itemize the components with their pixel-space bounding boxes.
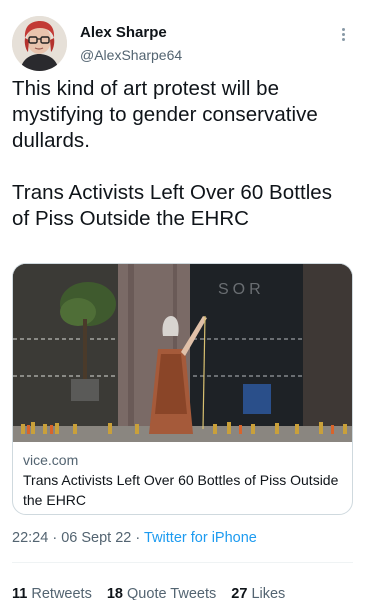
likes-count: 27 [231, 586, 248, 600]
author-handle[interactable]: @AlexSharpe64 [80, 47, 182, 63]
tweet-source-link[interactable]: Twitter for iPhone [144, 530, 257, 546]
quote-tweets-stat[interactable]: 18 Quote Tweets [107, 586, 216, 600]
link-card[interactable]: SOR vice.com Trans Activists Left Over 6… [12, 263, 353, 515]
likes-stat[interactable]: 27 Likes [231, 586, 285, 600]
card-image[interactable]: SOR [13, 264, 353, 442]
retweets-stat[interactable]: 11 Retweets [12, 586, 92, 600]
author-name[interactable]: Alex Sharpe [80, 24, 167, 41]
retweets-count: 11 [12, 586, 28, 600]
separator: · [135, 530, 141, 546]
separator: · [52, 530, 58, 546]
tweet-header: Alex Sharpe @AlexSharpe64 [12, 14, 353, 74]
quote-tweets-count: 18 [106, 586, 123, 600]
tweet-text: This kind of art protest will be mystify… [12, 76, 353, 232]
tweet-time[interactable]: 22:24 [12, 530, 48, 546]
retweets-label: Retweets [31, 586, 92, 600]
tweet-timestamp: 22:24 · 06 Sept 22 · Twitter for iPhone [12, 530, 257, 546]
tweet-text-line1: This kind of art protest will be mystify… [12, 77, 318, 152]
card-title: Trans Activists Left Over 60 Bottles of … [23, 472, 339, 508]
svg-text:SOR: SOR [218, 281, 265, 298]
card-meta: vice.com Trans Activists Left Over 60 Bo… [13, 442, 352, 510]
engagement-stats: 11 Retweets 18 Quote Tweets 27 Likes [12, 586, 296, 600]
more-options-icon[interactable] [333, 24, 353, 44]
avatar[interactable] [12, 16, 67, 71]
likes-label: Likes [251, 586, 286, 600]
tweet-text-line2: Trans Activists Left Over 60 Bottles of … [12, 181, 333, 230]
divider [12, 562, 353, 563]
card-domain: vice.com [23, 452, 79, 468]
tweet-date[interactable]: 06 Sept 22 [61, 530, 131, 546]
tweet[interactable]: Alex Sharpe @AlexSharpe64 This kind of a… [12, 14, 353, 600]
quote-tweets-label: Quote Tweets [127, 586, 217, 600]
